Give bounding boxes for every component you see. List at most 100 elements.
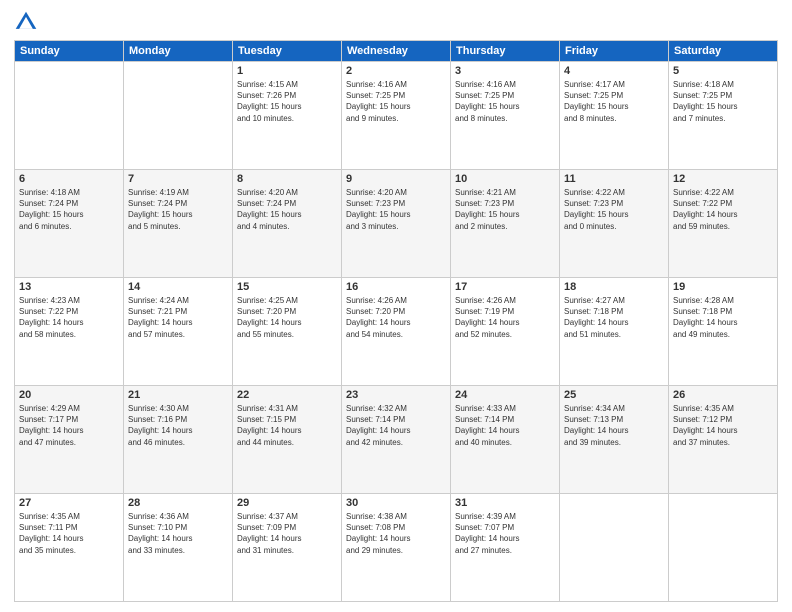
calendar-day-header: Monday [124,41,233,62]
calendar-day-cell: 12 Sunrise: 4:22 AM Sunset: 7:22 PM Dayli… [669,170,778,278]
day-info: Sunrise: 4:20 AM Sunset: 7:24 PM Dayligh… [237,187,337,232]
day-number: 14 [128,281,228,293]
calendar-day-cell: 26Sunrise: 4:35 AM Sunset: 7:12 PM Dayli… [669,386,778,494]
calendar-day-header: Sunday [15,41,124,62]
day-info: Sunrise: 4:39 AM Sunset: 7:07 PM Dayligh… [455,511,555,556]
calendar-day-cell: 21 Sunrise: 4:30 AM Sunset: 7:16 PM Dayli… [124,386,233,494]
calendar-day-cell: 17 Sunrise: 4:26 AM Sunset: 7:19 PM Dayli… [451,278,560,386]
calendar-day-cell: 5 Sunrise: 4:18 AM Sunset: 7:25 PM Daylig… [669,62,778,170]
day-number: 12 [673,173,773,185]
calendar-day-cell: 1Sunrise: 4:15 AM Sunset: 7:26 PM Daylig… [233,62,342,170]
day-info: Sunrise: 4:24 AM Sunset: 7:21 PM Dayligh… [128,295,228,340]
calendar-day-cell [560,494,669,602]
day-number: 11 [564,173,664,185]
calendar-day-cell: 6 Sunrise: 4:18 AM Sunset: 7:24 PM Daylig… [15,170,124,278]
day-info: Sunrise: 4:15 AM Sunset: 7:26 PM Dayligh… [237,79,337,124]
calendar-day-cell: 13 Sunrise: 4:23 AM Sunset: 7:22 PM Dayli… [15,278,124,386]
header [14,10,778,34]
day-info: Sunrise: 4:18 AM Sunset: 7:25 PM Dayligh… [673,79,773,124]
logo-icon [14,10,38,34]
day-info: Sunrise: 4:35 AM Sunset: 7:12 PM Dayligh… [673,403,773,448]
calendar-week-row: 27 Sunrise: 4:35 AM Sunset: 7:11 PM Dayli… [15,494,778,602]
calendar-day-cell: 4 Sunrise: 4:17 AM Sunset: 7:25 PM Daylig… [560,62,669,170]
day-number: 15 [237,281,337,293]
calendar-day-cell [669,494,778,602]
calendar-week-row: 6 Sunrise: 4:18 AM Sunset: 7:24 PM Daylig… [15,170,778,278]
calendar-day-cell: 14 Sunrise: 4:24 AM Sunset: 7:21 PM Dayli… [124,278,233,386]
day-number: 5 [673,65,773,77]
calendar-week-row: 1Sunrise: 4:15 AM Sunset: 7:26 PM Daylig… [15,62,778,170]
day-number: 25 [564,389,664,401]
day-info: Sunrise: 4:21 AM Sunset: 7:23 PM Dayligh… [455,187,555,232]
day-info: Sunrise: 4:36 AM Sunset: 7:10 PM Dayligh… [128,511,228,556]
day-number: 6 [19,173,119,185]
calendar-day-header: Thursday [451,41,560,62]
day-info: Sunrise: 4:33 AM Sunset: 7:14 PM Dayligh… [455,403,555,448]
day-number: 31 [455,497,555,509]
day-info: Sunrise: 4:20 AM Sunset: 7:23 PM Dayligh… [346,187,446,232]
day-info: Sunrise: 4:19 AM Sunset: 7:24 PM Dayligh… [128,187,228,232]
page: SundayMondayTuesdayWednesdayThursdayFrid… [0,0,792,612]
day-number: 21 [128,389,228,401]
day-number: 8 [237,173,337,185]
calendar-day-cell: 29 Sunrise: 4:37 AM Sunset: 7:09 PM Dayli… [233,494,342,602]
day-number: 19 [673,281,773,293]
day-info: Sunrise: 4:27 AM Sunset: 7:18 PM Dayligh… [564,295,664,340]
day-number: 18 [564,281,664,293]
calendar-week-row: 20Sunrise: 4:29 AM Sunset: 7:17 PM Dayli… [15,386,778,494]
day-number: 28 [128,497,228,509]
day-number: 24 [455,389,555,401]
day-info: Sunrise: 4:18 AM Sunset: 7:24 PM Dayligh… [19,187,119,232]
day-info: Sunrise: 4:16 AM Sunset: 7:25 PM Dayligh… [346,79,446,124]
calendar-day-cell: 9 Sunrise: 4:20 AM Sunset: 7:23 PM Daylig… [342,170,451,278]
calendar-day-header: Tuesday [233,41,342,62]
day-number: 3 [455,65,555,77]
day-number: 2 [346,65,446,77]
day-info: Sunrise: 4:22 AM Sunset: 7:22 PM Dayligh… [673,187,773,232]
day-info: Sunrise: 4:16 AM Sunset: 7:25 PM Dayligh… [455,79,555,124]
calendar-day-cell: 19Sunrise: 4:28 AM Sunset: 7:18 PM Dayli… [669,278,778,386]
day-number: 16 [346,281,446,293]
day-info: Sunrise: 4:22 AM Sunset: 7:23 PM Dayligh… [564,187,664,232]
calendar-day-cell: 25Sunrise: 4:34 AM Sunset: 7:13 PM Dayli… [560,386,669,494]
day-info: Sunrise: 4:38 AM Sunset: 7:08 PM Dayligh… [346,511,446,556]
day-number: 27 [19,497,119,509]
calendar-day-cell: 11 Sunrise: 4:22 AM Sunset: 7:23 PM Dayli… [560,170,669,278]
calendar-week-row: 13 Sunrise: 4:23 AM Sunset: 7:22 PM Dayli… [15,278,778,386]
calendar-day-cell: 28 Sunrise: 4:36 AM Sunset: 7:10 PM Dayli… [124,494,233,602]
day-info: Sunrise: 4:17 AM Sunset: 7:25 PM Dayligh… [564,79,664,124]
calendar-day-cell: 7 Sunrise: 4:19 AM Sunset: 7:24 PM Daylig… [124,170,233,278]
day-info: Sunrise: 4:25 AM Sunset: 7:20 PM Dayligh… [237,295,337,340]
day-number: 9 [346,173,446,185]
calendar: SundayMondayTuesdayWednesdayThursdayFrid… [14,40,778,602]
day-info: Sunrise: 4:37 AM Sunset: 7:09 PM Dayligh… [237,511,337,556]
day-info: Sunrise: 4:26 AM Sunset: 7:19 PM Dayligh… [455,295,555,340]
calendar-header-row: SundayMondayTuesdayWednesdayThursdayFrid… [15,41,778,62]
day-number: 7 [128,173,228,185]
day-number: 13 [19,281,119,293]
day-info: Sunrise: 4:31 AM Sunset: 7:15 PM Dayligh… [237,403,337,448]
day-info: Sunrise: 4:30 AM Sunset: 7:16 PM Dayligh… [128,403,228,448]
calendar-day-cell: 27 Sunrise: 4:35 AM Sunset: 7:11 PM Dayli… [15,494,124,602]
calendar-day-cell: 3 Sunrise: 4:16 AM Sunset: 7:25 PM Daylig… [451,62,560,170]
day-number: 22 [237,389,337,401]
calendar-day-cell [15,62,124,170]
calendar-day-cell: 10 Sunrise: 4:21 AM Sunset: 7:23 PM Dayli… [451,170,560,278]
calendar-day-cell: 8 Sunrise: 4:20 AM Sunset: 7:24 PM Daylig… [233,170,342,278]
calendar-day-cell [124,62,233,170]
calendar-day-cell: 2 Sunrise: 4:16 AM Sunset: 7:25 PM Daylig… [342,62,451,170]
calendar-day-cell: 22 Sunrise: 4:31 AM Sunset: 7:15 PM Dayli… [233,386,342,494]
calendar-day-cell: 30Sunrise: 4:38 AM Sunset: 7:08 PM Dayli… [342,494,451,602]
logo [14,10,42,34]
day-info: Sunrise: 4:35 AM Sunset: 7:11 PM Dayligh… [19,511,119,556]
day-number: 4 [564,65,664,77]
day-info: Sunrise: 4:29 AM Sunset: 7:17 PM Dayligh… [19,403,119,448]
day-info: Sunrise: 4:23 AM Sunset: 7:22 PM Dayligh… [19,295,119,340]
day-number: 10 [455,173,555,185]
day-number: 17 [455,281,555,293]
calendar-day-header: Wednesday [342,41,451,62]
calendar-day-header: Saturday [669,41,778,62]
day-number: 29 [237,497,337,509]
day-number: 23 [346,389,446,401]
day-info: Sunrise: 4:26 AM Sunset: 7:20 PM Dayligh… [346,295,446,340]
